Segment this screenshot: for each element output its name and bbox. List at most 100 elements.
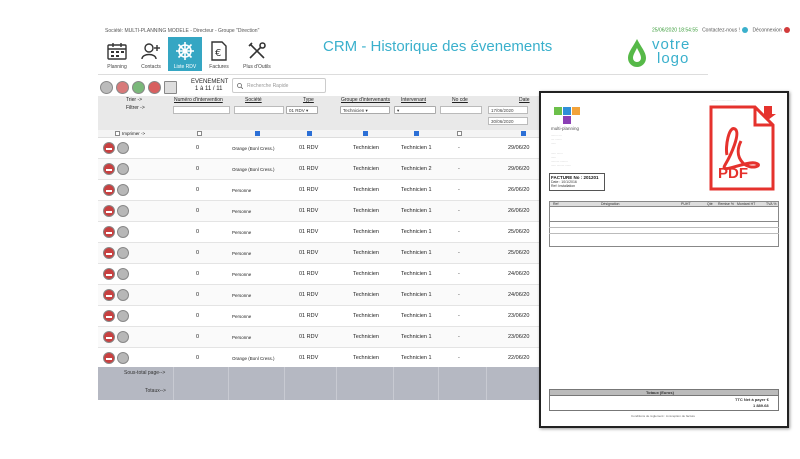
table-row[interactable]: 0 Orange (Bonl Cress.) 01 RDV Technicien Tec… xyxy=(98,138,543,159)
col-groupe[interactable]: Groupe d'intervenants xyxy=(341,97,390,103)
edit-row-icon[interactable] xyxy=(117,331,129,343)
filter-type-select[interactable]: 01 RDV ▾ xyxy=(286,106,318,114)
calendar-filter-icon[interactable] xyxy=(132,80,145,94)
delete-row-icon[interactable] xyxy=(103,352,115,364)
table-row[interactable]: 0 Personne 01 RDV Technicien Technicien 1 - 26… xyxy=(98,180,543,201)
delete-selection-icon[interactable] xyxy=(116,80,129,94)
col-numero[interactable]: Numéro d'intervention xyxy=(174,97,223,103)
row-actions xyxy=(103,268,129,280)
export-icon[interactable] xyxy=(164,80,177,94)
col-intervenant[interactable]: Intervenant xyxy=(401,97,426,103)
filter-icon[interactable] xyxy=(148,80,161,94)
edit-row-icon[interactable] xyxy=(117,226,129,238)
table-row[interactable]: 0 Personne 01 RDV Technicien Technicien 1 - 23… xyxy=(98,327,543,348)
edit-row-icon[interactable] xyxy=(117,268,129,280)
filter-no-cde[interactable] xyxy=(440,106,482,114)
cell-cde: - xyxy=(458,166,460,172)
delete-row-icon[interactable] xyxy=(103,226,115,238)
cell-societe: Personne xyxy=(232,209,252,214)
table-row[interactable]: 0 Personne 01 RDV Technicien Technicien 1 - 24… xyxy=(98,264,543,285)
edit-row-icon[interactable] xyxy=(117,352,129,364)
delete-row-icon[interactable] xyxy=(103,142,115,154)
filter-label: Filtrer -> xyxy=(126,105,145,111)
print-all-checkbox[interactable] xyxy=(115,131,120,136)
table-row[interactable]: 0 Personne 01 RDV Technicien Technicien 1 - 25… xyxy=(98,243,543,264)
print-col-date[interactable] xyxy=(521,131,526,136)
col-type[interactable]: Type xyxy=(303,97,314,103)
delete-row-icon[interactable] xyxy=(103,289,115,301)
cell-intervenant: Technicien 1 xyxy=(401,145,432,151)
logout-link[interactable]: Déconnexion xyxy=(752,27,781,33)
cell-intervenant: Technicien 1 xyxy=(401,292,432,298)
date-from-field[interactable]: 17/06/2020 xyxy=(488,106,528,114)
delete-row-icon[interactable] xyxy=(103,310,115,322)
col-no-cde[interactable]: No cde xyxy=(452,97,468,103)
cell-date: 23/06/20 xyxy=(508,334,530,340)
invoice-company-address: ........ ........ .............. xyxy=(551,133,562,145)
edit-row-icon[interactable] xyxy=(117,289,129,301)
cell-societe: Personne xyxy=(232,314,252,319)
nav-plus-outils[interactable]: Plus d'Outils xyxy=(236,37,278,71)
search-input[interactable]: Recherche Rapide xyxy=(232,78,326,93)
cell-groupe: Technicien xyxy=(353,145,379,151)
table-row[interactable]: 0 Personne 01 RDV Technicien Technicien 1 - 25… xyxy=(98,222,543,243)
print-col-intervenant[interactable] xyxy=(414,131,419,136)
row-actions xyxy=(103,205,129,217)
filter-societe[interactable] xyxy=(234,106,284,114)
filter-intervenant-select[interactable]: ▾ xyxy=(394,106,436,114)
cell-num: 0 xyxy=(196,355,200,361)
edit-row-icon[interactable] xyxy=(117,247,129,259)
print-col-type[interactable] xyxy=(307,131,312,136)
print-col-groupe[interactable] xyxy=(363,131,368,136)
table-row[interactable]: 0 Personne 01 RDV Technicien Technicien 1 - 26… xyxy=(98,201,543,222)
cell-intervenant: Technicien 1 xyxy=(401,229,432,235)
edit-row-icon[interactable] xyxy=(117,205,129,217)
delete-row-icon[interactable] xyxy=(103,163,115,175)
nav-liste-rdv[interactable]: Liste RDV xyxy=(168,37,202,71)
col-date[interactable]: Date xyxy=(519,97,530,103)
delete-row-icon[interactable] xyxy=(103,247,115,259)
cell-groupe: Technicien xyxy=(353,208,379,214)
cell-num: 0 xyxy=(196,208,200,214)
cell-societe: Personne xyxy=(232,272,252,277)
cell-intervenant: Technicien 1 xyxy=(401,187,432,193)
col-societe[interactable]: Société xyxy=(245,97,262,103)
invoice-brand: multi-planning xyxy=(551,126,580,131)
contact-icon[interactable] xyxy=(742,27,749,33)
logout-icon[interactable] xyxy=(784,27,791,33)
print-col-numero[interactable] xyxy=(197,131,202,136)
nav-factures[interactable]: € Factures xyxy=(202,37,236,71)
cell-intervenant: Technicien 1 xyxy=(401,334,432,340)
edit-row-icon[interactable] xyxy=(117,184,129,196)
print-col-societe[interactable] xyxy=(255,131,260,136)
table-row[interactable]: 0 Personne 01 RDV Technicien Technicien 1 - 23… xyxy=(98,306,543,327)
cell-cde: - xyxy=(458,145,460,151)
table-row[interactable]: 0 Personne 01 RDV Technicien Technicien 1 - 24… xyxy=(98,285,543,306)
table-row[interactable]: 0 Orange (Bonl Cress.) 01 RDV Technicien Tec… xyxy=(98,348,543,369)
row-actions xyxy=(103,142,129,154)
table-row[interactable]: 0 Orange (Bonl Cress.) 01 RDV Technicien Tec… xyxy=(98,159,543,180)
delete-row-icon[interactable] xyxy=(103,268,115,280)
refresh-icon[interactable] xyxy=(100,80,113,94)
cell-type: 01 RDV xyxy=(299,355,319,361)
cell-intervenant: Technicien 1 xyxy=(401,208,432,214)
edit-row-icon[interactable] xyxy=(117,163,129,175)
delete-row-icon[interactable] xyxy=(103,184,115,196)
nav-contacts[interactable]: Contacts xyxy=(134,37,168,71)
filter-groupe-select[interactable]: Technicien ▾ xyxy=(340,106,390,114)
print-col-no-cde[interactable] xyxy=(457,131,462,136)
print-checkbox-row: Imprimer -> xyxy=(98,130,543,138)
search-icon xyxy=(237,83,244,91)
edit-row-icon[interactable] xyxy=(117,310,129,322)
cell-type: 01 RDV xyxy=(299,208,319,214)
delete-row-icon[interactable] xyxy=(103,331,115,343)
edit-row-icon[interactable] xyxy=(117,142,129,154)
events-label: EVENEMENT xyxy=(191,79,229,85)
date-to-field[interactable]: 30/06/2020 xyxy=(488,117,528,125)
delete-row-icon[interactable] xyxy=(103,205,115,217)
nav-planning[interactable]: Planning xyxy=(100,37,134,71)
svg-text:€: € xyxy=(215,48,221,59)
brand-logo: votre logo xyxy=(624,36,704,72)
contact-link[interactable]: Contactez-nous ! xyxy=(702,27,740,33)
filter-numero[interactable] xyxy=(173,106,230,114)
